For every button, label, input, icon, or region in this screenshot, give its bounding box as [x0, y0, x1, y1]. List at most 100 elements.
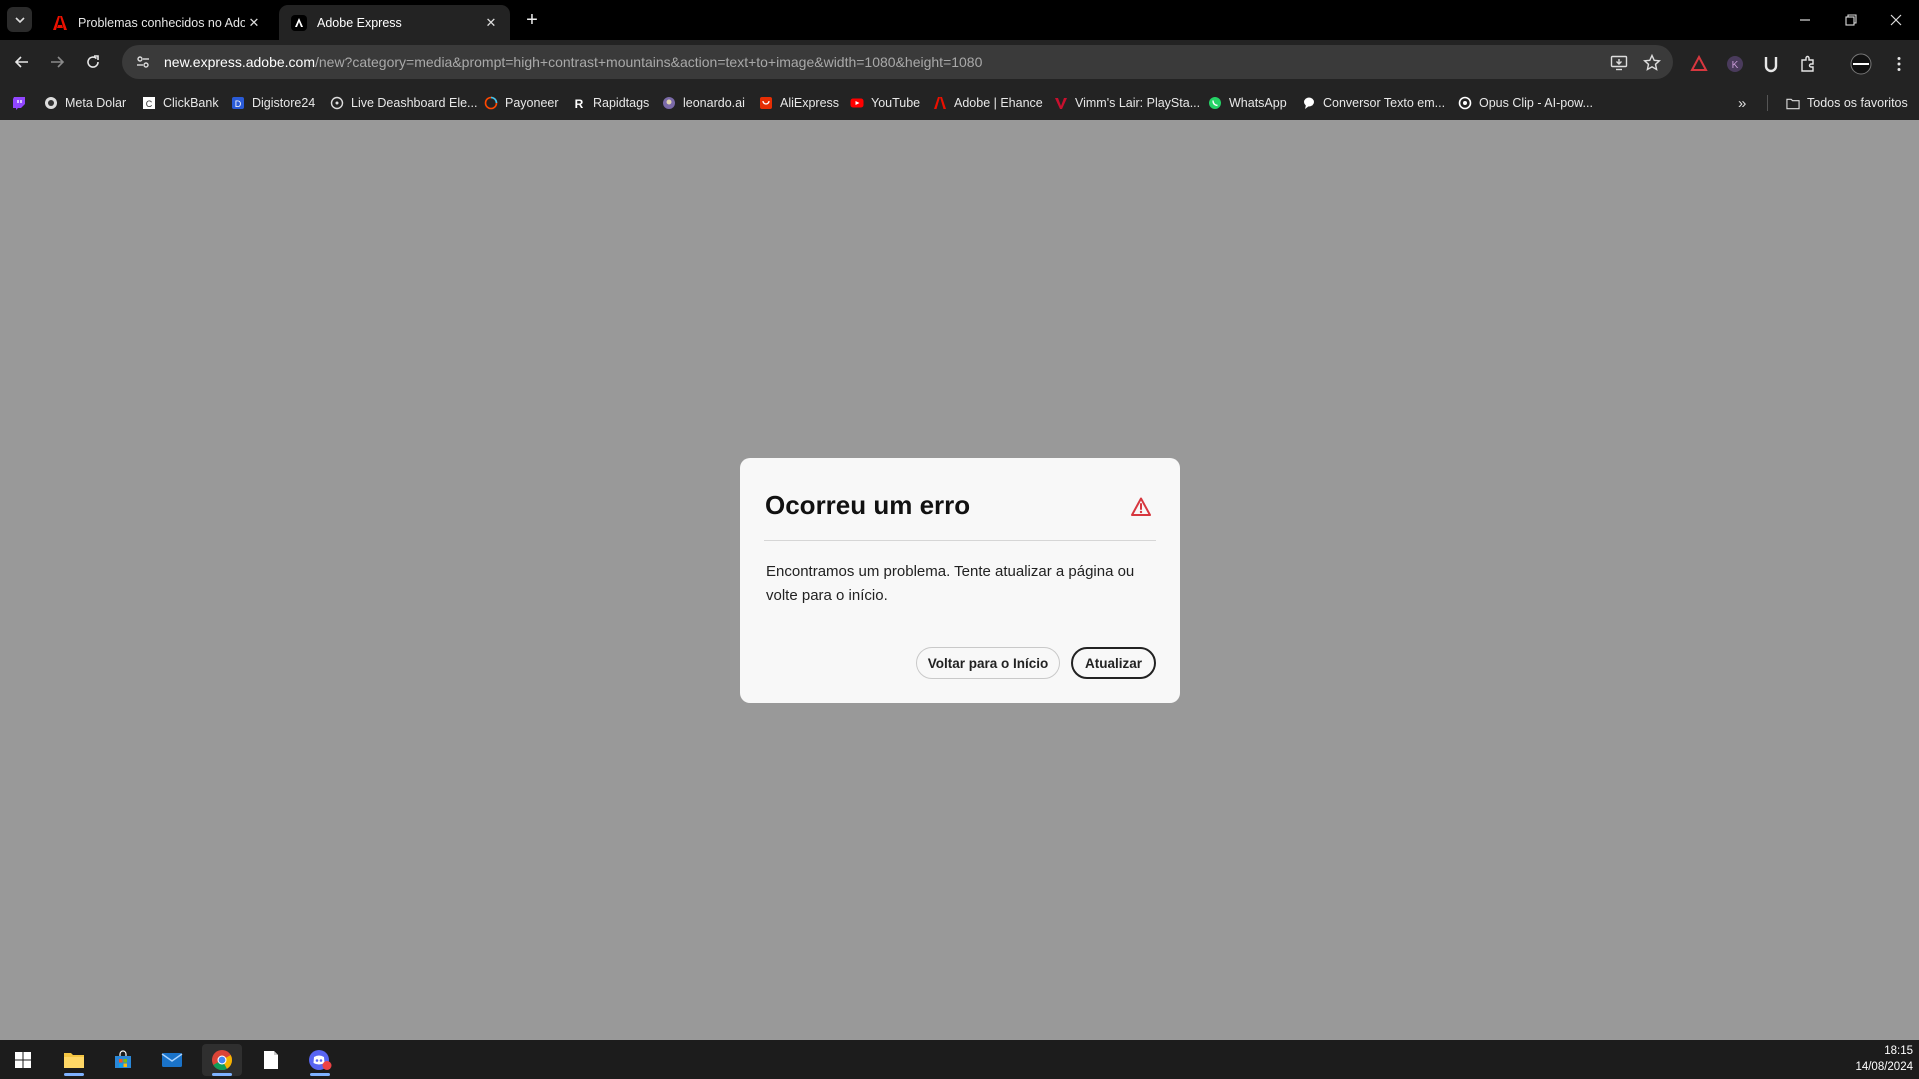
tab-search-button[interactable] [7, 7, 32, 32]
tab-problemas-conhecidos[interactable]: Problemas conhecidos no Adobe ✕ [40, 5, 273, 40]
bookmark-leonardo[interactable]: leonardo.ai [662, 93, 745, 113]
close-icon[interactable]: ✕ [245, 14, 263, 32]
taskbar-file-explorer[interactable] [54, 1044, 94, 1076]
back-button[interactable] [8, 48, 36, 76]
back-to-home-button[interactable]: Voltar para o Início [916, 647, 1060, 679]
bookmarks-divider [1767, 95, 1768, 111]
arrow-left-icon [14, 56, 28, 68]
all-bookmarks-folder[interactable]: Todos os favoritos [1786, 93, 1908, 113]
clock-time: 18:15 [1884, 1045, 1913, 1057]
alert-triangle-icon [1131, 497, 1151, 516]
digistore-icon: D [231, 96, 245, 110]
bookmark-whatsapp[interactable]: WhatsApp [1208, 93, 1287, 113]
url-text: new.express.adobe.com/new?category=media… [164, 54, 982, 70]
bookmark-label: Vimm's Lair: PlaySta... [1075, 96, 1201, 110]
bookmark-label: Meta Dolar [65, 96, 127, 110]
bookmark-label: AliExpress [780, 96, 840, 110]
tab-strip: Problemas conhecidos no Adobe ✕ Adobe Ex… [0, 0, 1919, 40]
bookmark-meta-dolar[interactable]: Meta Dolar [44, 93, 126, 113]
bookmark-rapidtags[interactable]: R Rapidtags [572, 93, 650, 113]
svg-text:C: C [146, 99, 153, 109]
taskbar: 18:15 14/08/2024 [0, 1040, 1919, 1079]
restore-icon [1845, 14, 1857, 26]
bookmark-live-deashboard[interactable]: Live Deashboard Ele... [330, 93, 477, 113]
start-button[interactable] [3, 1044, 43, 1076]
steering-icon [330, 96, 344, 110]
bookmark-clickbank[interactable]: C ClickBank [142, 93, 219, 113]
svg-text:K: K [1732, 60, 1739, 71]
taskbar-mail[interactable] [152, 1044, 192, 1076]
bookmark-adobe-ehance[interactable]: Adobe | Ehance [933, 93, 1043, 113]
taskbar-notepad[interactable] [251, 1044, 291, 1076]
star-icon[interactable] [1642, 53, 1662, 73]
install-app-icon[interactable] [1609, 53, 1629, 73]
discord-icon [309, 1050, 332, 1070]
more-vertical-icon[interactable] [1887, 52, 1911, 76]
bookmark-label: Adobe | Ehance [954, 96, 1043, 110]
puzzle-icon[interactable] [1796, 52, 1820, 76]
adobe-express-icon [291, 14, 307, 31]
adobe-icon [933, 96, 947, 110]
bookmark-conversor-texto[interactable]: Conversor Texto em... [1302, 93, 1445, 113]
clickbank-icon: C [142, 96, 156, 110]
bookmark-twitch[interactable] [12, 93, 33, 113]
u-extension-icon[interactable] [1759, 52, 1783, 76]
bookmarks-bar: Meta Dolar C ClickBank D Digistore24 Liv… [0, 85, 1919, 120]
vimm-icon [1054, 96, 1068, 110]
restore-button[interactable] [1828, 0, 1874, 40]
taskbar-microsoft-store[interactable] [103, 1044, 143, 1076]
bookmark-opus-clip[interactable]: Opus Clip - AI-pow... [1458, 93, 1593, 113]
tab-adobe-express[interactable]: Adobe Express ✕ [279, 5, 510, 40]
aliexpress-icon [759, 96, 773, 110]
forward-button[interactable] [43, 48, 71, 76]
avatar[interactable] [1849, 52, 1873, 76]
adobe-acrobat-extension-icon[interactable] [1687, 52, 1711, 76]
address-bar[interactable]: new.express.adobe.com/new?category=media… [122, 45, 1673, 79]
bookmark-youtube[interactable]: YouTube [850, 93, 920, 113]
close-window-button[interactable] [1873, 0, 1919, 40]
url-path: /new?category=media&prompt=high+contrast… [314, 54, 983, 70]
plus-icon: + [526, 8, 538, 31]
leonardo-icon [662, 96, 676, 110]
double-chevron-right-icon: » [1738, 94, 1747, 112]
reload-icon [87, 55, 99, 68]
new-tab-button[interactable]: + [520, 8, 544, 32]
bookmark-label: Payoneer [505, 96, 559, 110]
system-clock[interactable]: 18:15 14/08/2024 [1855, 1043, 1913, 1075]
bookmark-aliexpress[interactable]: AliExpress [759, 93, 839, 113]
opus-icon [1458, 96, 1472, 110]
bookmark-vimms-lair[interactable]: Vimm's Lair: PlaySta... [1054, 93, 1200, 113]
taskbar-discord[interactable] [300, 1044, 340, 1076]
document-icon [264, 1051, 278, 1069]
refresh-button[interactable]: Atualizar [1071, 647, 1156, 679]
close-icon[interactable]: ✕ [482, 14, 500, 32]
adobe-icon [52, 15, 68, 31]
bookmark-label: Digistore24 [252, 96, 316, 110]
circle-icon [44, 96, 58, 110]
bookmark-digistore24[interactable]: D Digistore24 [231, 93, 315, 113]
bookmark-label: YouTube [871, 96, 921, 110]
rapidtags-icon: R [572, 96, 586, 110]
folder-icon [1786, 96, 1800, 110]
bookmarks-overflow-button[interactable]: » [1738, 93, 1746, 113]
mail-icon [161, 1053, 183, 1067]
k-extension-icon[interactable]: K [1723, 52, 1747, 76]
page-content: Ocorreu um erro Encontramos um problema.… [0, 120, 1919, 1040]
bookmark-payoneer[interactable]: Payoneer [484, 93, 559, 113]
taskbar-chrome[interactable] [202, 1044, 242, 1076]
tab-title: Adobe Express [317, 15, 402, 30]
minimize-button[interactable] [1782, 0, 1828, 40]
reload-button[interactable] [79, 48, 107, 76]
site-info-icon[interactable] [130, 49, 156, 75]
bubble-icon [1302, 96, 1316, 110]
bookmark-label: Conversor Texto em... [1323, 96, 1446, 110]
windows-icon [15, 1052, 31, 1068]
bookmark-label: Opus Clip - AI-pow... [1479, 96, 1593, 110]
payoneer-icon [484, 96, 498, 110]
chevron-down-icon [14, 16, 25, 23]
url-host: new.express.adobe.com [164, 54, 315, 70]
tab-title: Problemas conhecidos no Adobe [78, 15, 245, 30]
twitch-icon [12, 96, 26, 110]
bookmark-label: ClickBank [163, 96, 219, 110]
browser-toolbar: new.express.adobe.com/new?category=media… [0, 40, 1919, 85]
